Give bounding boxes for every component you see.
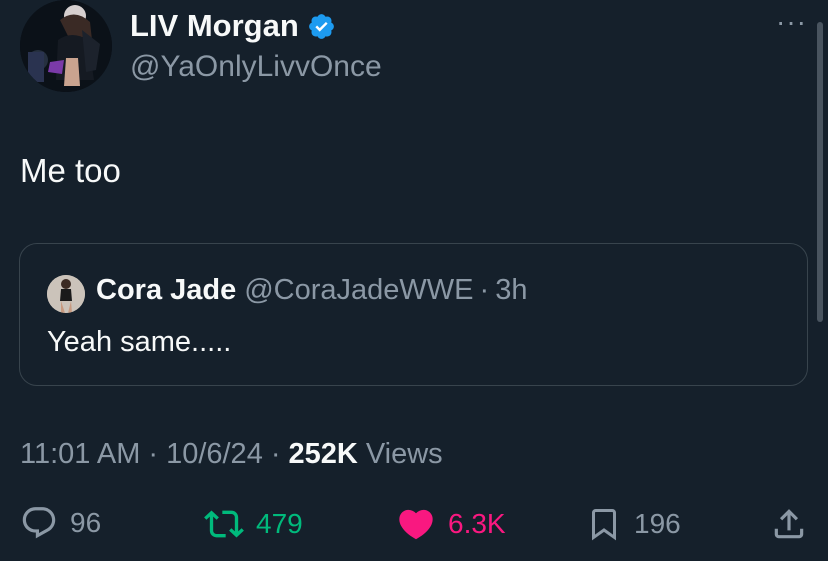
more-icon[interactable]: ··· xyxy=(776,8,807,36)
share-button[interactable] xyxy=(770,504,808,544)
author-avatar[interactable] xyxy=(20,0,112,92)
quoted-author-name: Cora Jade xyxy=(96,274,237,306)
author-handle[interactable]: @YaOnlyLivvOnce xyxy=(130,50,382,84)
views-count[interactable]: 252K xyxy=(289,438,358,471)
reply-button[interactable]: 96 xyxy=(20,504,101,542)
repost-icon xyxy=(204,510,244,538)
like-button[interactable]: 6.3K xyxy=(396,504,506,544)
repost-count: 479 xyxy=(256,508,303,539)
meta-separator: · xyxy=(148,438,159,470)
quoted-author-handle: @CoraJadeWWE xyxy=(244,274,474,306)
quoted-separator: · xyxy=(479,274,490,306)
quoted-author-avatar xyxy=(47,275,85,313)
scrollbar[interactable] xyxy=(817,22,823,322)
views-label[interactable]: Views xyxy=(366,438,443,471)
quoted-timestamp: 3h xyxy=(495,274,528,306)
post-time[interactable]: 11:01 AM xyxy=(20,438,140,471)
bookmark-icon xyxy=(592,509,616,541)
tweet-meta: 11:01 AM · 10/6/24 · 252K Views xyxy=(20,438,443,471)
bookmark-button[interactable]: 196 xyxy=(586,504,681,544)
reply-count: 96 xyxy=(70,507,102,538)
repost-button[interactable]: 479 xyxy=(204,504,303,544)
author-display-name[interactable]: LIV Morgan xyxy=(130,8,299,44)
tweet-text: Me too xyxy=(20,152,121,189)
quoted-tweet-card[interactable]: Cora Jade @CoraJadeWWE · 3h Yeah same...… xyxy=(19,243,808,386)
bookmark-count: 196 xyxy=(634,508,681,539)
heart-icon xyxy=(399,509,433,540)
share-icon xyxy=(774,509,804,539)
like-count: 6.3K xyxy=(448,508,506,539)
verified-badge-icon xyxy=(307,12,336,41)
meta-separator: · xyxy=(270,438,281,470)
post-date[interactable]: 10/6/24 xyxy=(166,438,263,471)
quoted-tweet-text: Yeah same..... xyxy=(47,326,232,358)
reply-icon xyxy=(22,507,56,539)
